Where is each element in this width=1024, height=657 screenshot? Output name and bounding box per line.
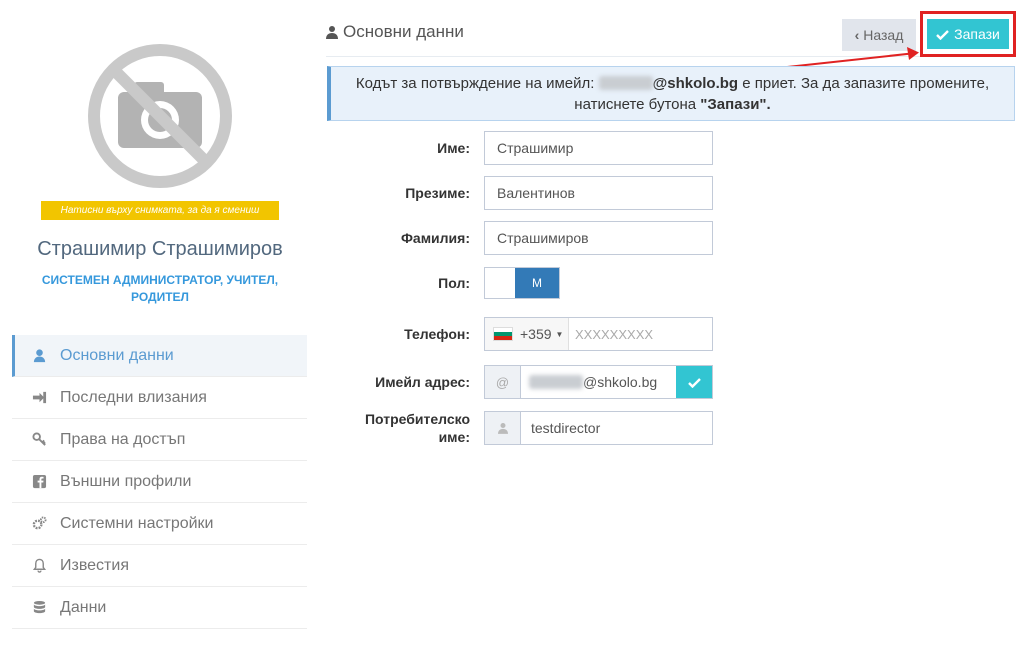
- username-field: testdirector: [484, 411, 713, 445]
- phone-input[interactable]: XXXXXXXXX: [569, 327, 653, 342]
- email-row: Имейл адрес: @ @shkolo.bg: [340, 365, 740, 399]
- phone-row: Телефон: +359 ▼ XXXXXXXXX: [340, 317, 740, 351]
- sidebar-item-last-logins[interactable]: Последни влизания: [12, 377, 307, 419]
- save-button-label: Запази: [954, 26, 1000, 42]
- page-title: Основни данни: [326, 22, 464, 42]
- sidebar-item-notifications[interactable]: Известия: [12, 545, 307, 587]
- gender-toggle[interactable]: М: [484, 267, 560, 299]
- database-icon: [33, 600, 46, 614]
- last-name-input[interactable]: Страшимиров: [484, 221, 713, 255]
- no-photo-icon: [88, 44, 232, 188]
- key-icon: [32, 432, 46, 446]
- photo-hint[interactable]: Натисни върху снимката, за да я смениш: [41, 201, 279, 220]
- bell-icon: [32, 558, 47, 573]
- save-button[interactable]: Запази: [927, 19, 1009, 49]
- bulgaria-flag-icon: [493, 327, 513, 341]
- email-input[interactable]: @shkolo.bg: [521, 374, 676, 390]
- sidebar-item-data[interactable]: Данни: [12, 587, 307, 629]
- gender-row: Пол: М: [340, 267, 740, 299]
- email-label: Имейл адрес:: [375, 374, 470, 390]
- sidebar-item-label: Системни настройки: [60, 514, 214, 532]
- info-alert: Кодът за потвърждение на имейл: @shkolo.…: [327, 66, 1015, 121]
- check-icon: [936, 29, 949, 40]
- middle-name-input[interactable]: Валентинов: [484, 176, 713, 210]
- country-code-select[interactable]: +359 ▼: [485, 318, 569, 350]
- facebook-icon: [32, 474, 47, 489]
- gender-label: Пол:: [438, 275, 470, 291]
- sidebar-item-system-settings[interactable]: Системни настройки: [12, 503, 307, 545]
- sidebar-item-label: Последни влизания: [60, 388, 207, 406]
- username-row: Потребителско име: testdirector: [340, 410, 740, 446]
- sidebar-nav: Основни данни Последни влизания Права на…: [12, 335, 307, 629]
- save-highlight-box: Запази: [920, 11, 1016, 57]
- sign-in-icon: [32, 391, 47, 404]
- gender-toggle-off[interactable]: [485, 268, 515, 298]
- at-sign-icon: @: [485, 366, 521, 398]
- page-title-text: Основни данни: [343, 22, 464, 41]
- user-icon: [33, 349, 46, 363]
- username-input[interactable]: testdirector: [521, 420, 600, 436]
- email-field: @ @shkolo.bg: [484, 365, 713, 399]
- blurred-email-user: [598, 76, 653, 90]
- user-icon: [326, 26, 338, 39]
- caret-down-icon: ▼: [555, 329, 564, 339]
- sidebar-item-label: Данни: [60, 598, 107, 616]
- alert-prefix: Кодът за потвърждение на имейл:: [355, 75, 595, 92]
- phone-field: +359 ▼ XXXXXXXXX: [484, 317, 713, 351]
- user-name: Страшимир Страшимиров: [37, 238, 283, 260]
- last-name-row: Фамилия: Страшимиров: [340, 221, 740, 255]
- first-name-input[interactable]: Страшимир: [484, 131, 713, 165]
- user-role: СИСТЕМЕН АДМИНИСТРАТОР, УЧИТЕЛ, РОДИТЕЛ: [41, 273, 279, 304]
- middle-name-row: Презиме: Валентинов: [340, 176, 740, 210]
- alert-button-ref: "Запази".: [700, 96, 771, 113]
- username-label: Потребителско име:: [364, 411, 470, 445]
- phone-label: Телефон:: [404, 326, 470, 342]
- middle-name-label: Презиме:: [405, 185, 470, 201]
- sidebar-item-external-profiles[interactable]: Външни профили: [12, 461, 307, 503]
- last-name-label: Фамилия:: [400, 230, 470, 246]
- check-icon: [687, 377, 701, 388]
- email-domain: @shkolo.bg: [583, 374, 658, 390]
- avatar[interactable]: [86, 42, 234, 190]
- sidebar-item-access-rights[interactable]: Права на достъп: [12, 419, 307, 461]
- sidebar-item-label: Външни профили: [60, 472, 192, 490]
- first-name-row: Име: Страшимир: [340, 131, 740, 165]
- cogs-icon: [32, 516, 47, 530]
- sidebar-item-label: Права на достъп: [60, 430, 186, 448]
- first-name-label: Име:: [437, 140, 470, 156]
- sidebar-item-basic-data[interactable]: Основни данни: [12, 335, 307, 377]
- sidebar-item-label: Известия: [60, 556, 129, 574]
- email-verified-button[interactable]: [676, 366, 712, 398]
- blurred-email-user: [529, 375, 583, 389]
- user-icon: [485, 412, 521, 444]
- gender-toggle-on[interactable]: М: [515, 268, 559, 298]
- alert-email-domain: @shkolo.bg: [652, 75, 739, 92]
- phone-code: +359: [520, 326, 552, 342]
- sidebar-item-label: Основни данни: [60, 346, 174, 364]
